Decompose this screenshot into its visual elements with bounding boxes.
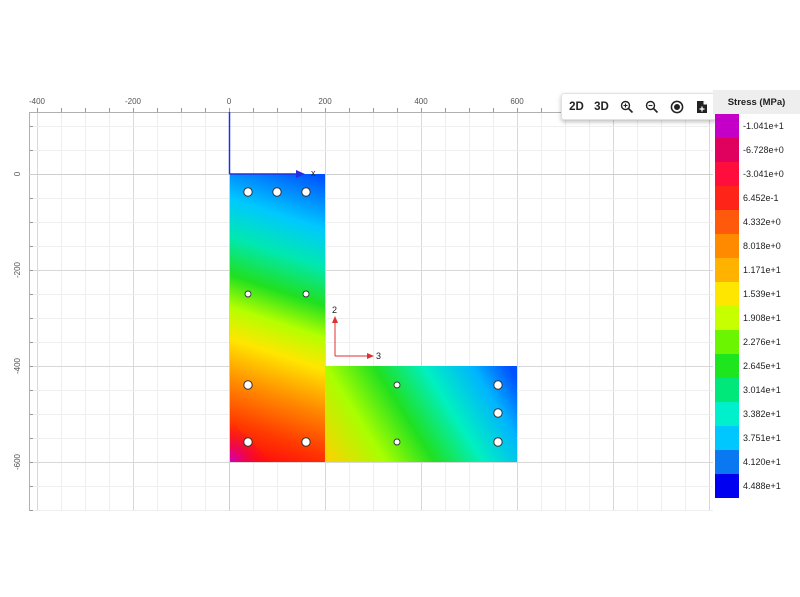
legend-color-swatch <box>715 258 739 282</box>
rebar <box>301 437 311 447</box>
legend-entry: 1.171e+1 <box>713 258 800 282</box>
y-tick-label: 0 <box>13 171 22 176</box>
legend-entry: 1.539e+1 <box>713 282 800 306</box>
legend-color-swatch <box>715 474 739 498</box>
zoom-out-icon <box>645 100 658 113</box>
local-axis-2-arrow <box>332 316 338 323</box>
rebar <box>244 290 252 298</box>
legend-value-label: 3.751e+1 <box>743 433 781 443</box>
zoom-in-icon <box>620 100 633 113</box>
legend-value-label: 3.382e+1 <box>743 409 781 419</box>
x-tick-label: -400 <box>29 97 46 106</box>
rebar <box>243 187 253 197</box>
rebar <box>301 187 311 197</box>
section-viewport[interactable]: -400 -200 0 200 400 600 0 -200 -400 -600… <box>0 0 800 597</box>
rebar <box>272 187 282 197</box>
legend-value-label: 1.908e+1 <box>743 313 781 323</box>
legend-value-label: 2.645e+1 <box>743 361 781 371</box>
legend-entry: 8.018e+0 <box>713 234 800 258</box>
rebar <box>243 380 253 390</box>
legend-value-label: 4.120e+1 <box>743 457 781 467</box>
legend-color-swatch <box>715 306 739 330</box>
legend-entry: 3.751e+1 <box>713 426 800 450</box>
legend-color-swatch <box>715 330 739 354</box>
view-toolbar: 2D 3D <box>561 93 717 120</box>
legend-value-label: 6.452e-1 <box>743 193 779 203</box>
legend-value-label: 1.539e+1 <box>743 289 781 299</box>
zoom-in-button[interactable] <box>618 97 636 117</box>
rebar <box>493 408 503 418</box>
x-tick-label: -200 <box>125 97 142 106</box>
legend-color-swatch <box>715 138 739 162</box>
target-icon <box>670 100 683 113</box>
legend-value-label: 4.332e+0 <box>743 217 781 227</box>
legend-entry: -6.728e+0 <box>713 138 800 162</box>
rebar <box>393 381 401 389</box>
local-axis-2-label: 2 <box>332 305 337 315</box>
legend-color-swatch <box>715 402 739 426</box>
legend-color-swatch <box>715 210 739 234</box>
view-2d-button[interactable]: 2D <box>568 97 586 117</box>
x-tick-label: 0 <box>227 97 232 106</box>
zoom-out-button[interactable] <box>643 97 661 117</box>
legend-entry: 3.382e+1 <box>713 402 800 426</box>
legend-entry: 2.645e+1 <box>713 354 800 378</box>
rebar <box>243 437 253 447</box>
x-tick-label: 200 <box>318 97 332 106</box>
legend-entry: -1.041e+1 <box>713 114 800 138</box>
legend-color-swatch <box>715 114 739 138</box>
center-view-button[interactable] <box>668 97 686 117</box>
x-tick-label: 600 <box>510 97 524 106</box>
legend-entry: -3.041e+0 <box>713 162 800 186</box>
legend-entry: 3.014e+1 <box>713 378 800 402</box>
local-axis-3-arrow <box>367 353 374 359</box>
section-axis: x <box>228 112 316 178</box>
legend-value-label: 1.171e+1 <box>743 265 781 275</box>
legend-color-swatch <box>715 282 739 306</box>
legend-value-label: 8.018e+0 <box>743 241 781 251</box>
legend-entry: 1.908e+1 <box>713 306 800 330</box>
export-button[interactable] <box>693 97 711 117</box>
local-axis-3-label: 3 <box>376 351 381 361</box>
legend-color-swatch <box>715 234 739 258</box>
rebar <box>493 437 503 447</box>
rebar <box>493 380 503 390</box>
l-section-flange-shading <box>325 366 517 462</box>
legend-entry: 4.488e+1 <box>713 474 800 498</box>
section-x-axis-label: x <box>311 168 316 178</box>
stress-legend: Stress (MPa) -1.041e+1 -6.728e+0 -3.041e+0… <box>713 90 800 500</box>
legend-color-swatch <box>715 450 739 474</box>
legend-color-swatch <box>715 186 739 210</box>
legend-title: Stress (MPa) <box>713 90 800 114</box>
legend-entry: 4.332e+0 <box>713 210 800 234</box>
legend-color-swatch <box>715 162 739 186</box>
legend-entry: 4.120e+1 <box>713 450 800 474</box>
legend-value-label: 4.488e+1 <box>743 481 781 491</box>
legend-color-swatch <box>715 378 739 402</box>
rebar <box>302 290 310 298</box>
export-file-icon <box>696 100 707 113</box>
legend-color-swatch <box>715 354 739 378</box>
legend-entry: 6.452e-1 <box>713 186 800 210</box>
legend-value-label: -1.041e+1 <box>743 121 784 131</box>
x-tick-label: 400 <box>414 97 428 106</box>
legend-value-label: -6.728e+0 <box>743 145 784 155</box>
view-3d-button[interactable]: 3D <box>593 97 611 117</box>
legend-value-label: 3.014e+1 <box>743 385 781 395</box>
legend-value-label: 2.276e+1 <box>743 337 781 347</box>
legend-entry: 2.276e+1 <box>713 330 800 354</box>
rebar <box>393 438 401 446</box>
legend-color-swatch <box>715 426 739 450</box>
y-tick-label: -200 <box>13 261 22 278</box>
y-tick-label: -400 <box>13 357 22 374</box>
legend-value-label: -3.041e+0 <box>743 169 784 179</box>
y-tick-label: -600 <box>13 453 22 470</box>
